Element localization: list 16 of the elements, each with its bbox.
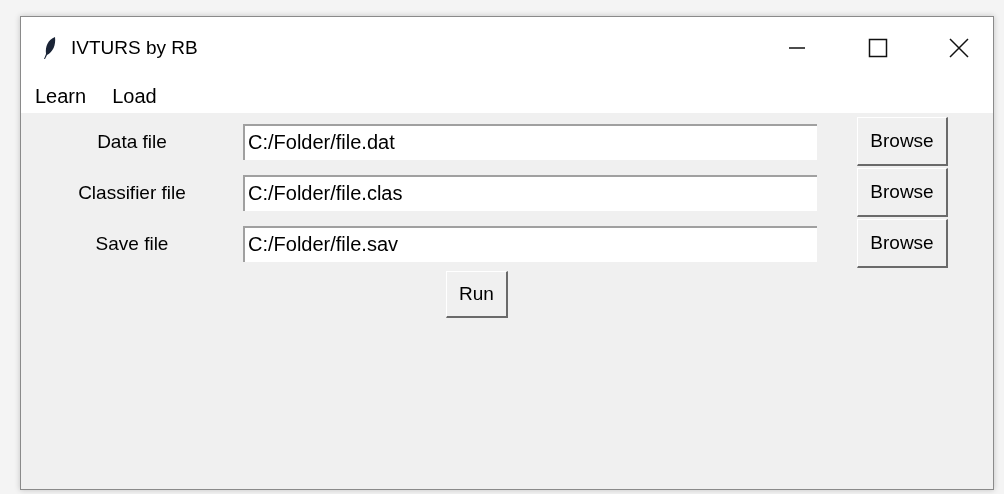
browse-button[interactable]: Browse bbox=[857, 117, 948, 166]
field-label: Data file bbox=[96, 130, 168, 153]
maximize-icon[interactable] bbox=[868, 38, 888, 58]
run-button[interactable]: Run bbox=[446, 271, 508, 318]
browse-button[interactable]: Browse bbox=[857, 168, 948, 217]
menu-item[interactable]: Load bbox=[112, 84, 157, 108]
path-field[interactable]: C:/Folder/file.dat bbox=[243, 123, 817, 160]
close-icon[interactable] bbox=[949, 38, 969, 58]
path-field[interactable]: C:/Folder/file.clas bbox=[243, 174, 817, 211]
path-field[interactable]: C:/Folder/file.sav bbox=[243, 225, 817, 262]
field-label: Classifier file bbox=[77, 181, 187, 204]
field-label: Save file bbox=[94, 232, 170, 255]
window-title: IVTURS by RB bbox=[71, 37, 198, 59]
feather-icon bbox=[43, 36, 57, 60]
browse-button[interactable]: Browse bbox=[857, 219, 948, 268]
menu-item[interactable]: Learn bbox=[35, 84, 87, 108]
